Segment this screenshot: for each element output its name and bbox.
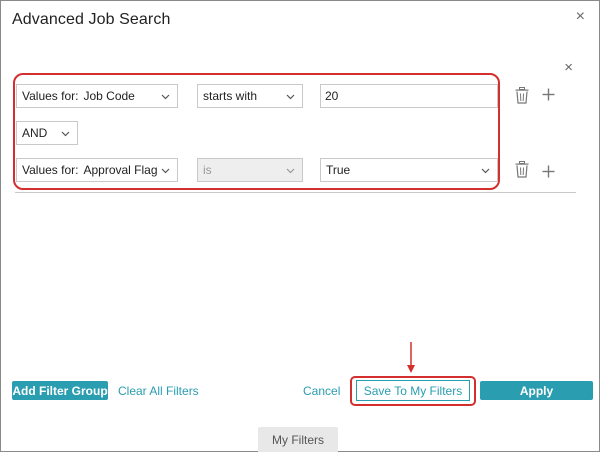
- value-input-text: 20: [325, 89, 339, 103]
- operator-select-row-1[interactable]: starts with: [197, 84, 303, 108]
- conjunction-select[interactable]: AND: [16, 121, 78, 145]
- remove-filter-group-icon[interactable]: ×: [564, 60, 573, 75]
- annotation-arrow-icon: [405, 342, 417, 379]
- chevron-down-icon: [286, 92, 295, 101]
- chevron-down-icon: [481, 166, 490, 175]
- advanced-job-search-dialog: Advanced Job Search × × Values for: Job …: [0, 0, 600, 452]
- plus-icon[interactable]: [542, 85, 555, 105]
- chevron-down-icon: [161, 166, 170, 175]
- add-filter-group-button[interactable]: Add Filter Group: [12, 381, 108, 400]
- field-select-value: Job Code: [83, 89, 135, 103]
- plus-icon[interactable]: [542, 162, 555, 182]
- operator-select-value: starts with: [203, 89, 258, 103]
- close-dialog-icon[interactable]: ×: [576, 9, 585, 25]
- field-select-value: Approval Flag: [83, 163, 158, 177]
- my-filters-tab[interactable]: My Filters: [258, 427, 338, 452]
- clear-all-filters-link[interactable]: Clear All Filters: [118, 384, 199, 398]
- field-prefix-label: Values for:: [22, 89, 79, 103]
- field-prefix-label: Values for:: [22, 163, 79, 177]
- field-select-row-1[interactable]: Values for: Job Code: [16, 84, 178, 108]
- chevron-down-icon: [61, 129, 70, 138]
- operator-select-value: is: [203, 163, 212, 177]
- filter-group-divider: [15, 192, 576, 193]
- conjunction-value: AND: [22, 126, 48, 140]
- value-select-row-2[interactable]: True: [320, 158, 498, 182]
- apply-button[interactable]: Apply: [480, 381, 593, 400]
- field-select-row-2[interactable]: Values for: Approval Flag: [16, 158, 178, 182]
- trash-icon[interactable]: [515, 87, 529, 109]
- cancel-link[interactable]: Cancel: [303, 384, 340, 398]
- save-to-my-filters-button[interactable]: Save To My Filters: [356, 380, 470, 401]
- operator-select-row-2: is: [197, 158, 303, 182]
- trash-icon[interactable]: [515, 161, 529, 183]
- chevron-down-icon: [161, 92, 170, 101]
- chevron-down-icon: [286, 166, 295, 175]
- value-input-row-1[interactable]: 20: [320, 84, 498, 108]
- dialog-title: Advanced Job Search: [12, 11, 171, 28]
- value-select-text: True: [326, 163, 351, 177]
